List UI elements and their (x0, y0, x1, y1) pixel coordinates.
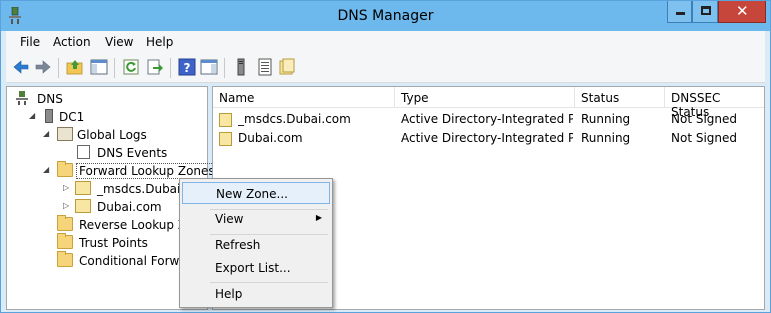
minimize-button[interactable] (667, 1, 692, 23)
column-header-type[interactable]: Type (395, 87, 575, 108)
server-icon[interactable] (232, 58, 250, 76)
context-menu: New Zone... View ▶ Refresh Export List..… (179, 178, 333, 308)
maximize-button[interactable] (692, 1, 718, 23)
window-title: DNS Manager (337, 8, 434, 24)
close-icon: ✕ (736, 2, 749, 20)
toolbar: ? (6, 53, 765, 83)
tree-label-trust-points: Trust Points (79, 236, 148, 250)
cell-dnssec-status: Not Signed (671, 112, 738, 126)
column-header-status[interactable]: Status (575, 87, 665, 108)
folder-icon (57, 251, 73, 267)
menu-view[interactable]: View (105, 35, 133, 49)
folder-icon (57, 215, 73, 231)
list-header: Name Type Status DNSSEC Status (213, 87, 764, 119)
collapse-arrow-icon[interactable]: ◢ (43, 129, 49, 138)
submenu-arrow-icon: ▶ (315, 213, 322, 222)
forward-arrow-icon[interactable] (34, 58, 52, 76)
cell-name: _msdcs.Dubai.com (238, 112, 351, 126)
maximize-icon (701, 6, 711, 15)
tree-label-dns: DNS (37, 92, 63, 106)
minimize-icon (676, 12, 685, 15)
list-row[interactable]: Dubai.com Active Directory-Integrated Pr… (213, 129, 764, 148)
cell-status: Running (581, 131, 631, 145)
export-list-label: Export List... (215, 261, 291, 275)
tree-label-dns-events: DNS Events (97, 146, 168, 160)
view-label: View (215, 212, 244, 226)
tree-label-conditional-forwarders: Conditional Forwar (79, 254, 192, 268)
expand-arrow-icon[interactable]: ▷ (63, 201, 69, 210)
refresh-label: Refresh (215, 238, 261, 252)
refresh-icon[interactable] (122, 58, 140, 76)
expand-arrow-icon[interactable]: ▷ (63, 183, 69, 192)
cell-dnssec-status: Not Signed (671, 131, 738, 145)
menu-item-label: New Zone... (216, 187, 288, 201)
tree-label-dubai-zone: Dubai.com (97, 200, 162, 214)
title-bar[interactable]: DNS Manager ✕ (1, 1, 770, 31)
zone-icon (75, 199, 91, 213)
up-folder-icon[interactable] (66, 58, 84, 76)
menu-item-new-zone[interactable]: New Zone... (182, 182, 330, 204)
tree-label-forward-lookup-zones: Forward Lookup Zones (76, 163, 218, 179)
menu-item-help[interactable]: Help (182, 283, 330, 305)
server-icon (45, 109, 53, 123)
dns-manager-window: DNS Manager ✕ File Action View Help ? DN… (0, 0, 771, 313)
menu-item-export-list[interactable]: Export List... (182, 257, 330, 279)
collapse-arrow-icon[interactable]: ◢ (43, 165, 49, 174)
global-logs-icon (57, 127, 73, 141)
column-header-dnssec-status[interactable]: DNSSEC Status (665, 87, 764, 119)
tree-label-dc1: DC1 (59, 110, 85, 124)
zone-icon (219, 132, 232, 146)
tree-label-global-logs: Global Logs (77, 128, 147, 142)
zone-icon (75, 181, 91, 195)
folder-icon (57, 161, 73, 177)
menu-item-view[interactable]: View ▶ (182, 208, 330, 230)
cell-type: Active Directory-Integrated Pr... (401, 112, 573, 126)
back-arrow-icon[interactable] (12, 58, 30, 76)
tree-label-msdcs-zone: _msdcs.Dubai.c (97, 182, 191, 196)
menu-item-refresh[interactable]: Refresh (182, 234, 330, 256)
toolbar-separator (170, 58, 171, 78)
zone-icon[interactable] (278, 58, 296, 76)
new-zone-label: New Zone... (216, 187, 288, 201)
list-icon[interactable] (256, 58, 274, 76)
list-row[interactable]: _msdcs.Dubai.com Active Directory-Integr… (213, 110, 764, 129)
help-icon[interactable]: ? (178, 58, 196, 76)
menu-bar: File Action View Help (6, 31, 765, 53)
cell-type: Active Directory-Integrated Pr... (401, 131, 573, 145)
zone-icon (219, 113, 232, 127)
toolbar-separator (58, 58, 59, 78)
show-hide-tree-icon[interactable] (90, 58, 108, 76)
menu-file[interactable]: File (20, 35, 40, 49)
toolbar-separator (224, 58, 225, 78)
cell-name: Dubai.com (238, 131, 303, 145)
console-tree[interactable]: DNS ◢ DC1 ◢ Global Logs DNS Events ◢ For… (6, 86, 218, 310)
menu-action[interactable]: Action (53, 35, 91, 49)
help-label: Help (215, 287, 243, 301)
event-log-icon (77, 145, 90, 159)
column-header-name[interactable]: Name (213, 87, 395, 108)
menu-help[interactable]: Help (146, 35, 173, 49)
svg-text:?: ? (184, 61, 191, 75)
dns-icon (16, 91, 28, 105)
toolbar-separator (114, 58, 115, 78)
folder-icon (57, 233, 73, 249)
collapse-arrow-icon[interactable]: ◢ (29, 111, 35, 120)
export-list-icon[interactable] (146, 58, 164, 76)
close-button[interactable]: ✕ (718, 1, 766, 23)
show-action-pane-icon[interactable] (200, 58, 218, 76)
cell-status: Running (581, 112, 631, 126)
